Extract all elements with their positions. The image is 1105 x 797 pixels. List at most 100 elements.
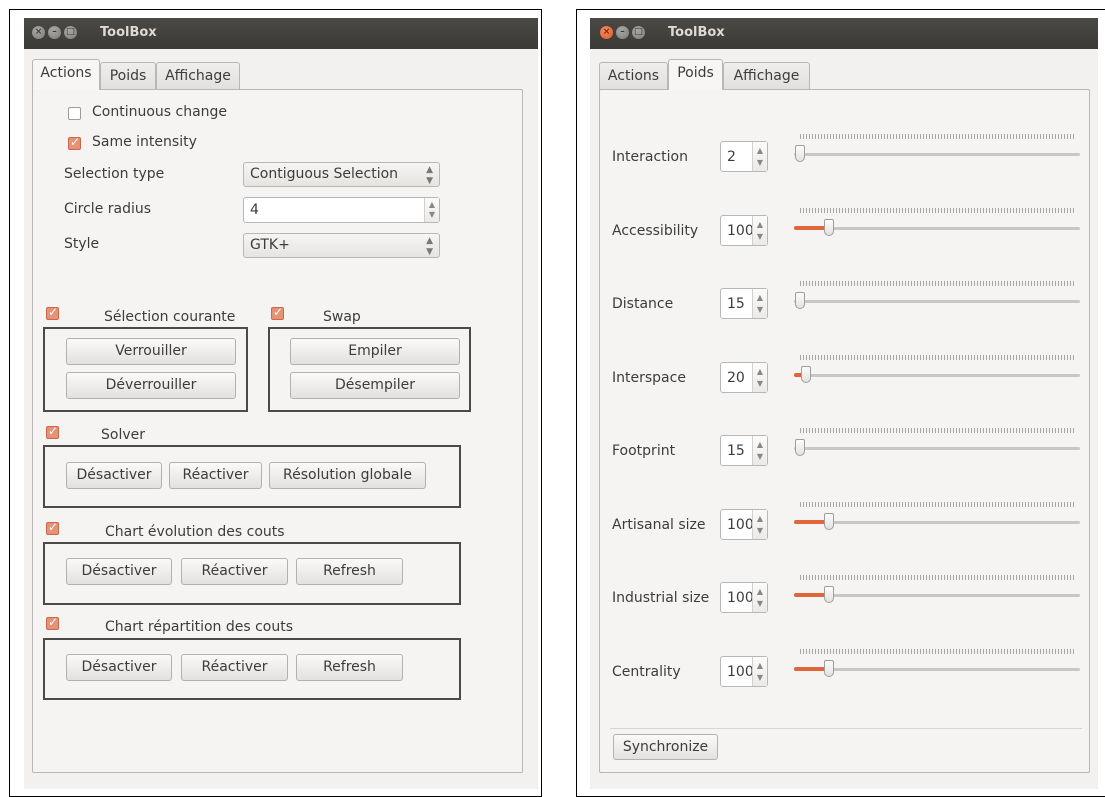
evolution-refresh-button[interactable]: Refresh bbox=[296, 558, 403, 585]
slider-track[interactable] bbox=[794, 300, 1080, 303]
poids-pane: Interaction 2 ▲ ▼ Accessibility 100 ▲ ▼ Distance… bbox=[599, 89, 1090, 773]
weight-spinbox[interactable]: 15 ▲ ▼ bbox=[720, 288, 768, 319]
slider-track[interactable] bbox=[794, 374, 1080, 377]
weight-value: 100 bbox=[727, 590, 754, 606]
spin-arrows-icon[interactable]: ▲ ▼ bbox=[424, 198, 439, 222]
slider-fill bbox=[794, 667, 828, 671]
solver-group-checkbox[interactable] bbox=[46, 424, 59, 439]
weight-value: 20 bbox=[727, 370, 745, 386]
slider-ticks bbox=[800, 281, 1074, 286]
swap-group-checkbox[interactable] bbox=[271, 305, 284, 320]
slider-fill bbox=[794, 593, 828, 597]
window-title: ToolBox bbox=[100, 25, 157, 40]
weight-spinbox[interactable]: 20 ▲ ▼ bbox=[720, 362, 768, 393]
same-intensity-checkbox[interactable] bbox=[68, 135, 81, 150]
spin-arrows-icon[interactable]: ▲ ▼ bbox=[752, 142, 767, 171]
slider-handle[interactable] bbox=[795, 292, 805, 309]
circle-radius-spinbox[interactable]: 4 ▲ ▼ bbox=[243, 197, 440, 223]
repartition-desactiver-button[interactable]: Désactiver bbox=[66, 654, 172, 681]
slider-ticks bbox=[800, 575, 1074, 580]
weight-row-industrial-size: Industrial size 100 ▲ ▼ bbox=[600, 575, 1091, 615]
slider-handle[interactable] bbox=[795, 439, 805, 456]
slider-handle[interactable] bbox=[824, 586, 834, 603]
weight-label: Interaction bbox=[612, 149, 688, 165]
slider-handle[interactable] bbox=[824, 513, 834, 530]
slider-handle[interactable] bbox=[801, 366, 811, 383]
slider-track[interactable] bbox=[794, 521, 1080, 524]
same-intensity-label: Same intensity bbox=[92, 134, 197, 150]
chart-evolution-label: Chart évolution des couts bbox=[105, 524, 285, 540]
weight-spinbox[interactable]: 100 ▲ ▼ bbox=[720, 509, 768, 540]
slider-ticks bbox=[800, 649, 1074, 654]
slider-fill bbox=[794, 520, 828, 524]
evolution-reactiver-button[interactable]: Réactiver bbox=[181, 558, 288, 585]
minimize-icon[interactable]: – bbox=[616, 26, 629, 39]
left-titlebar: × – □ ToolBox bbox=[24, 18, 538, 49]
close-icon[interactable]: × bbox=[600, 26, 613, 39]
close-icon[interactable]: × bbox=[32, 26, 45, 39]
chevron-updown-icon: ▲ ▼ bbox=[426, 236, 433, 257]
spin-arrows-icon[interactable]: ▲ ▼ bbox=[752, 657, 767, 686]
spin-arrows-icon[interactable]: ▲ ▼ bbox=[752, 583, 767, 612]
weight-spinbox[interactable]: 2 ▲ ▼ bbox=[720, 141, 768, 172]
weight-label: Industrial size bbox=[612, 590, 710, 606]
solver-reactiver-button[interactable]: Réactiver bbox=[169, 462, 262, 489]
weight-value: 15 bbox=[727, 296, 745, 312]
minimize-icon[interactable]: – bbox=[48, 26, 61, 39]
solver-desactiver-button[interactable]: Désactiver bbox=[66, 462, 162, 489]
solver-group-label: Solver bbox=[101, 427, 145, 443]
weight-spinbox[interactable]: 15 ▲ ▼ bbox=[720, 435, 768, 466]
slider-track[interactable] bbox=[794, 668, 1080, 671]
slider-handle[interactable] bbox=[824, 660, 834, 677]
style-value: GTK+ bbox=[250, 237, 290, 253]
resolution-globale-button[interactable]: Résolution globale bbox=[269, 462, 426, 489]
right-toolbox-window: × – □ ToolBox Actions Poids Affichage In… bbox=[590, 18, 1098, 789]
weight-spinbox[interactable]: 100 ▲ ▼ bbox=[720, 215, 768, 246]
slider-track[interactable] bbox=[794, 447, 1080, 450]
maximize-icon[interactable]: □ bbox=[632, 26, 645, 39]
tab-affichage[interactable]: Affichage bbox=[723, 62, 810, 90]
slider-ticks bbox=[800, 208, 1074, 213]
desempiler-button[interactable]: Désempiler bbox=[290, 372, 460, 399]
continuous-change-checkbox[interactable] bbox=[68, 107, 81, 120]
weight-value: 100 bbox=[727, 664, 754, 680]
slider-handle[interactable] bbox=[824, 219, 834, 236]
chart-repartition-checkbox[interactable] bbox=[46, 615, 59, 630]
slider-ticks bbox=[800, 428, 1074, 433]
spin-arrows-icon[interactable]: ▲ ▼ bbox=[752, 289, 767, 318]
slider-track[interactable] bbox=[794, 594, 1080, 597]
spin-arrows-icon[interactable]: ▲ ▼ bbox=[752, 436, 767, 465]
selection-type-combo[interactable]: Contiguous Selection ▲ ▼ bbox=[243, 162, 440, 187]
maximize-icon[interactable]: □ bbox=[64, 26, 77, 39]
synchronize-button[interactable]: Synchronize bbox=[613, 734, 718, 760]
spin-arrows-icon[interactable]: ▲ ▼ bbox=[752, 510, 767, 539]
circle-radius-value: 4 bbox=[250, 202, 259, 218]
selection-group-checkbox[interactable] bbox=[46, 305, 59, 320]
style-combo[interactable]: GTK+ ▲ ▼ bbox=[243, 233, 440, 258]
weight-value: 100 bbox=[727, 223, 754, 239]
repartition-refresh-button[interactable]: Refresh bbox=[296, 654, 403, 681]
slider-handle[interactable] bbox=[795, 145, 805, 162]
tab-actions[interactable]: Actions bbox=[32, 59, 100, 90]
verrouiller-button[interactable]: Verrouiller bbox=[66, 338, 236, 365]
chart-evolution-checkbox[interactable] bbox=[46, 520, 59, 535]
slider-track[interactable] bbox=[794, 227, 1080, 230]
empiler-button[interactable]: Empiler bbox=[290, 338, 460, 365]
deverrouiller-button[interactable]: Déverrouiller bbox=[66, 372, 236, 399]
slider-ticks bbox=[800, 355, 1074, 360]
tab-affichage[interactable]: Affichage bbox=[156, 62, 240, 90]
evolution-desactiver-button[interactable]: Désactiver bbox=[66, 558, 172, 585]
tab-poids[interactable]: Poids bbox=[100, 62, 156, 90]
weight-spinbox[interactable]: 100 ▲ ▼ bbox=[720, 656, 768, 687]
weight-label: Accessibility bbox=[612, 223, 699, 239]
repartition-reactiver-button[interactable]: Réactiver bbox=[181, 654, 288, 681]
slider-track[interactable] bbox=[794, 153, 1080, 156]
selection-type-value: Contiguous Selection bbox=[250, 166, 399, 182]
weight-spinbox[interactable]: 100 ▲ ▼ bbox=[720, 582, 768, 613]
spin-arrows-icon[interactable]: ▲ ▼ bbox=[752, 363, 767, 392]
weight-row-interspace: Interspace 20 ▲ ▼ bbox=[600, 355, 1091, 395]
actions-pane: Continuous change Same intensity Selecti… bbox=[32, 89, 523, 773]
spin-arrows-icon[interactable]: ▲ ▼ bbox=[752, 216, 767, 245]
tab-actions[interactable]: Actions bbox=[599, 62, 668, 90]
tab-poids[interactable]: Poids bbox=[668, 59, 723, 90]
